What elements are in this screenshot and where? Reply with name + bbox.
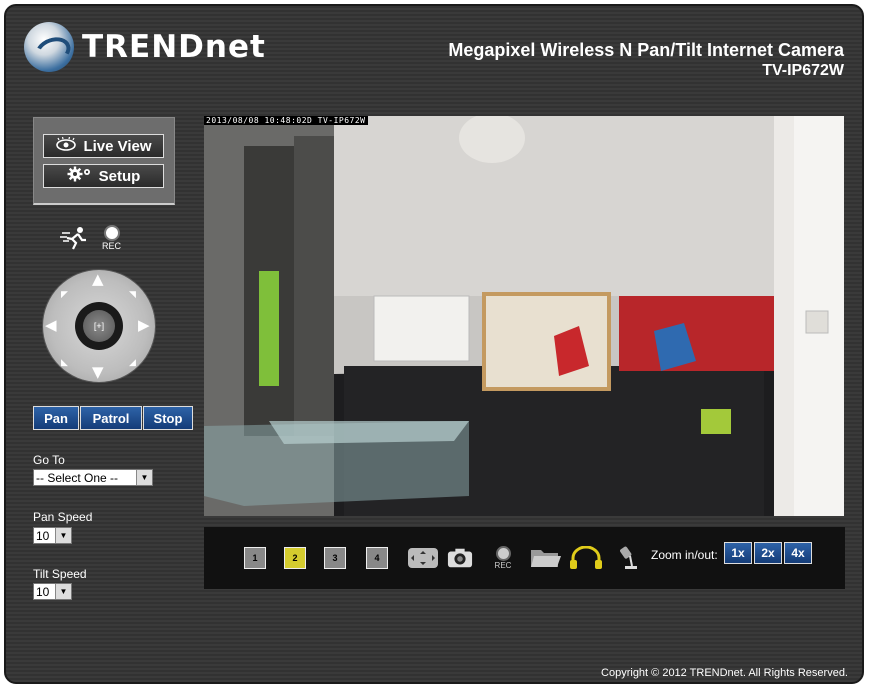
up-left-arrow-icon[interactable]: ◤ [61,288,68,303]
tilt-speed-value: 10 [36,584,50,599]
video-timestamp: 2013/08/08 10:48:02D TV-IP672W [204,116,368,125]
trendnet-logo: TRENDnet [24,22,266,72]
product-model: TV-IP672W [762,62,844,79]
camera-1-button[interactable]: 1 [242,545,268,571]
setup-label: Setup [98,167,141,185]
chevron-down-icon: ▼ [55,528,71,543]
product-header: Megapixel Wireless N Pan/Tilt Internet C… [448,40,844,80]
eye-icon [55,136,77,155]
zoom-1x-button[interactable]: 1x [724,542,752,564]
goto-select[interactable]: -- Select One -- ▼ [33,469,153,486]
camera-icon [447,548,473,568]
toolbar-record-button[interactable]: REC [490,545,516,571]
camera-scene-image [204,116,844,516]
goto-label: Go To [33,453,65,467]
camera-4-icon: 4 [366,547,388,569]
ptz-mode-buttons: Pan Patrol Stop [33,406,194,430]
patrol-button[interactable]: Patrol [80,406,142,430]
tilt-down-arrow-icon[interactable]: ▼ [92,365,104,380]
audio-listen-button[interactable] [569,545,603,571]
pan-left-arrow-icon[interactable]: ◀ [45,318,57,333]
goto-selected-value: -- Select One -- [36,470,119,485]
zoom-2x-button[interactable]: 2x [754,542,782,564]
gear-icon [67,166,93,186]
camera-4-button[interactable]: 4 [364,545,390,571]
camera-3-button[interactable]: 3 [322,545,348,571]
snapshot-button[interactable] [447,545,473,571]
headphones-icon [570,546,602,569]
open-folder-button[interactable] [529,545,563,571]
ptz-home-button[interactable]: [+] [83,310,115,342]
camera-2-button[interactable]: 2 [282,545,308,571]
ptz-control-pad: [+] ▲ ▼ ◀ ▶ ◤ ◥ ◣ ◢ [43,270,155,382]
chevron-down-icon: ▼ [55,584,71,599]
tilt-up-arrow-icon[interactable]: ▲ [92,272,104,287]
camera-2-icon: 2 [284,547,306,569]
live-video-feed[interactable]: 2013/08/08 10:48:02D TV-IP672W [204,116,844,516]
pan-speed-select[interactable]: 10 ▼ [33,527,72,544]
record-button[interactable]: REC [102,225,121,251]
tilt-speed-select[interactable]: 10 ▼ [33,583,72,600]
pan-right-arrow-icon[interactable]: ▶ [138,318,150,333]
brand-name: TRENDnet [82,29,266,65]
camera-3-icon: 3 [324,547,346,569]
chevron-down-icon: ▼ [136,470,152,485]
camera-1-icon: 1 [244,547,266,569]
copyright-footer: Copyright © 2012 TRENDnet. All Rights Re… [601,667,848,679]
live-view-button[interactable]: Live View [43,134,164,158]
zoom-label: Zoom in/out: [651,548,718,562]
logo-emblem-icon [24,22,74,72]
folder-icon [531,550,561,567]
pan-button[interactable]: Pan [33,406,79,430]
tilt-speed-label: Tilt Speed [33,567,87,581]
record-label: REC [102,241,122,251]
toolbar-record-label: REC [494,561,512,570]
product-title: Megapixel Wireless N Pan/Tilt Internet C… [448,40,844,60]
audio-talk-button[interactable] [616,545,642,571]
fullscreen-button[interactable] [406,545,440,571]
fullscreen-icon [408,548,438,568]
up-right-arrow-icon[interactable]: ◥ [129,288,136,303]
setup-button[interactable]: Setup [43,164,164,188]
pan-speed-label: Pan Speed [33,510,93,524]
motion-detection-icon[interactable] [60,225,90,257]
down-left-arrow-icon[interactable]: ◣ [61,356,68,371]
stop-button[interactable]: Stop [143,406,193,430]
zoom-4x-button[interactable]: 4x [784,542,812,564]
record-dot-icon [103,225,120,241]
live-view-label: Live View [83,137,152,155]
video-toolbar: 1 2 3 4 REC Zoom in/out: 1x 2x 4x [204,527,845,589]
record-controls: REC [60,225,121,257]
record-dot-icon [495,546,511,561]
pan-speed-value: 10 [36,528,50,543]
ptz-home-label: [+] [93,321,105,331]
main-menu: Live View Setup [33,117,175,205]
microphone-icon [620,546,637,569]
down-right-arrow-icon[interactable]: ◢ [129,356,136,371]
